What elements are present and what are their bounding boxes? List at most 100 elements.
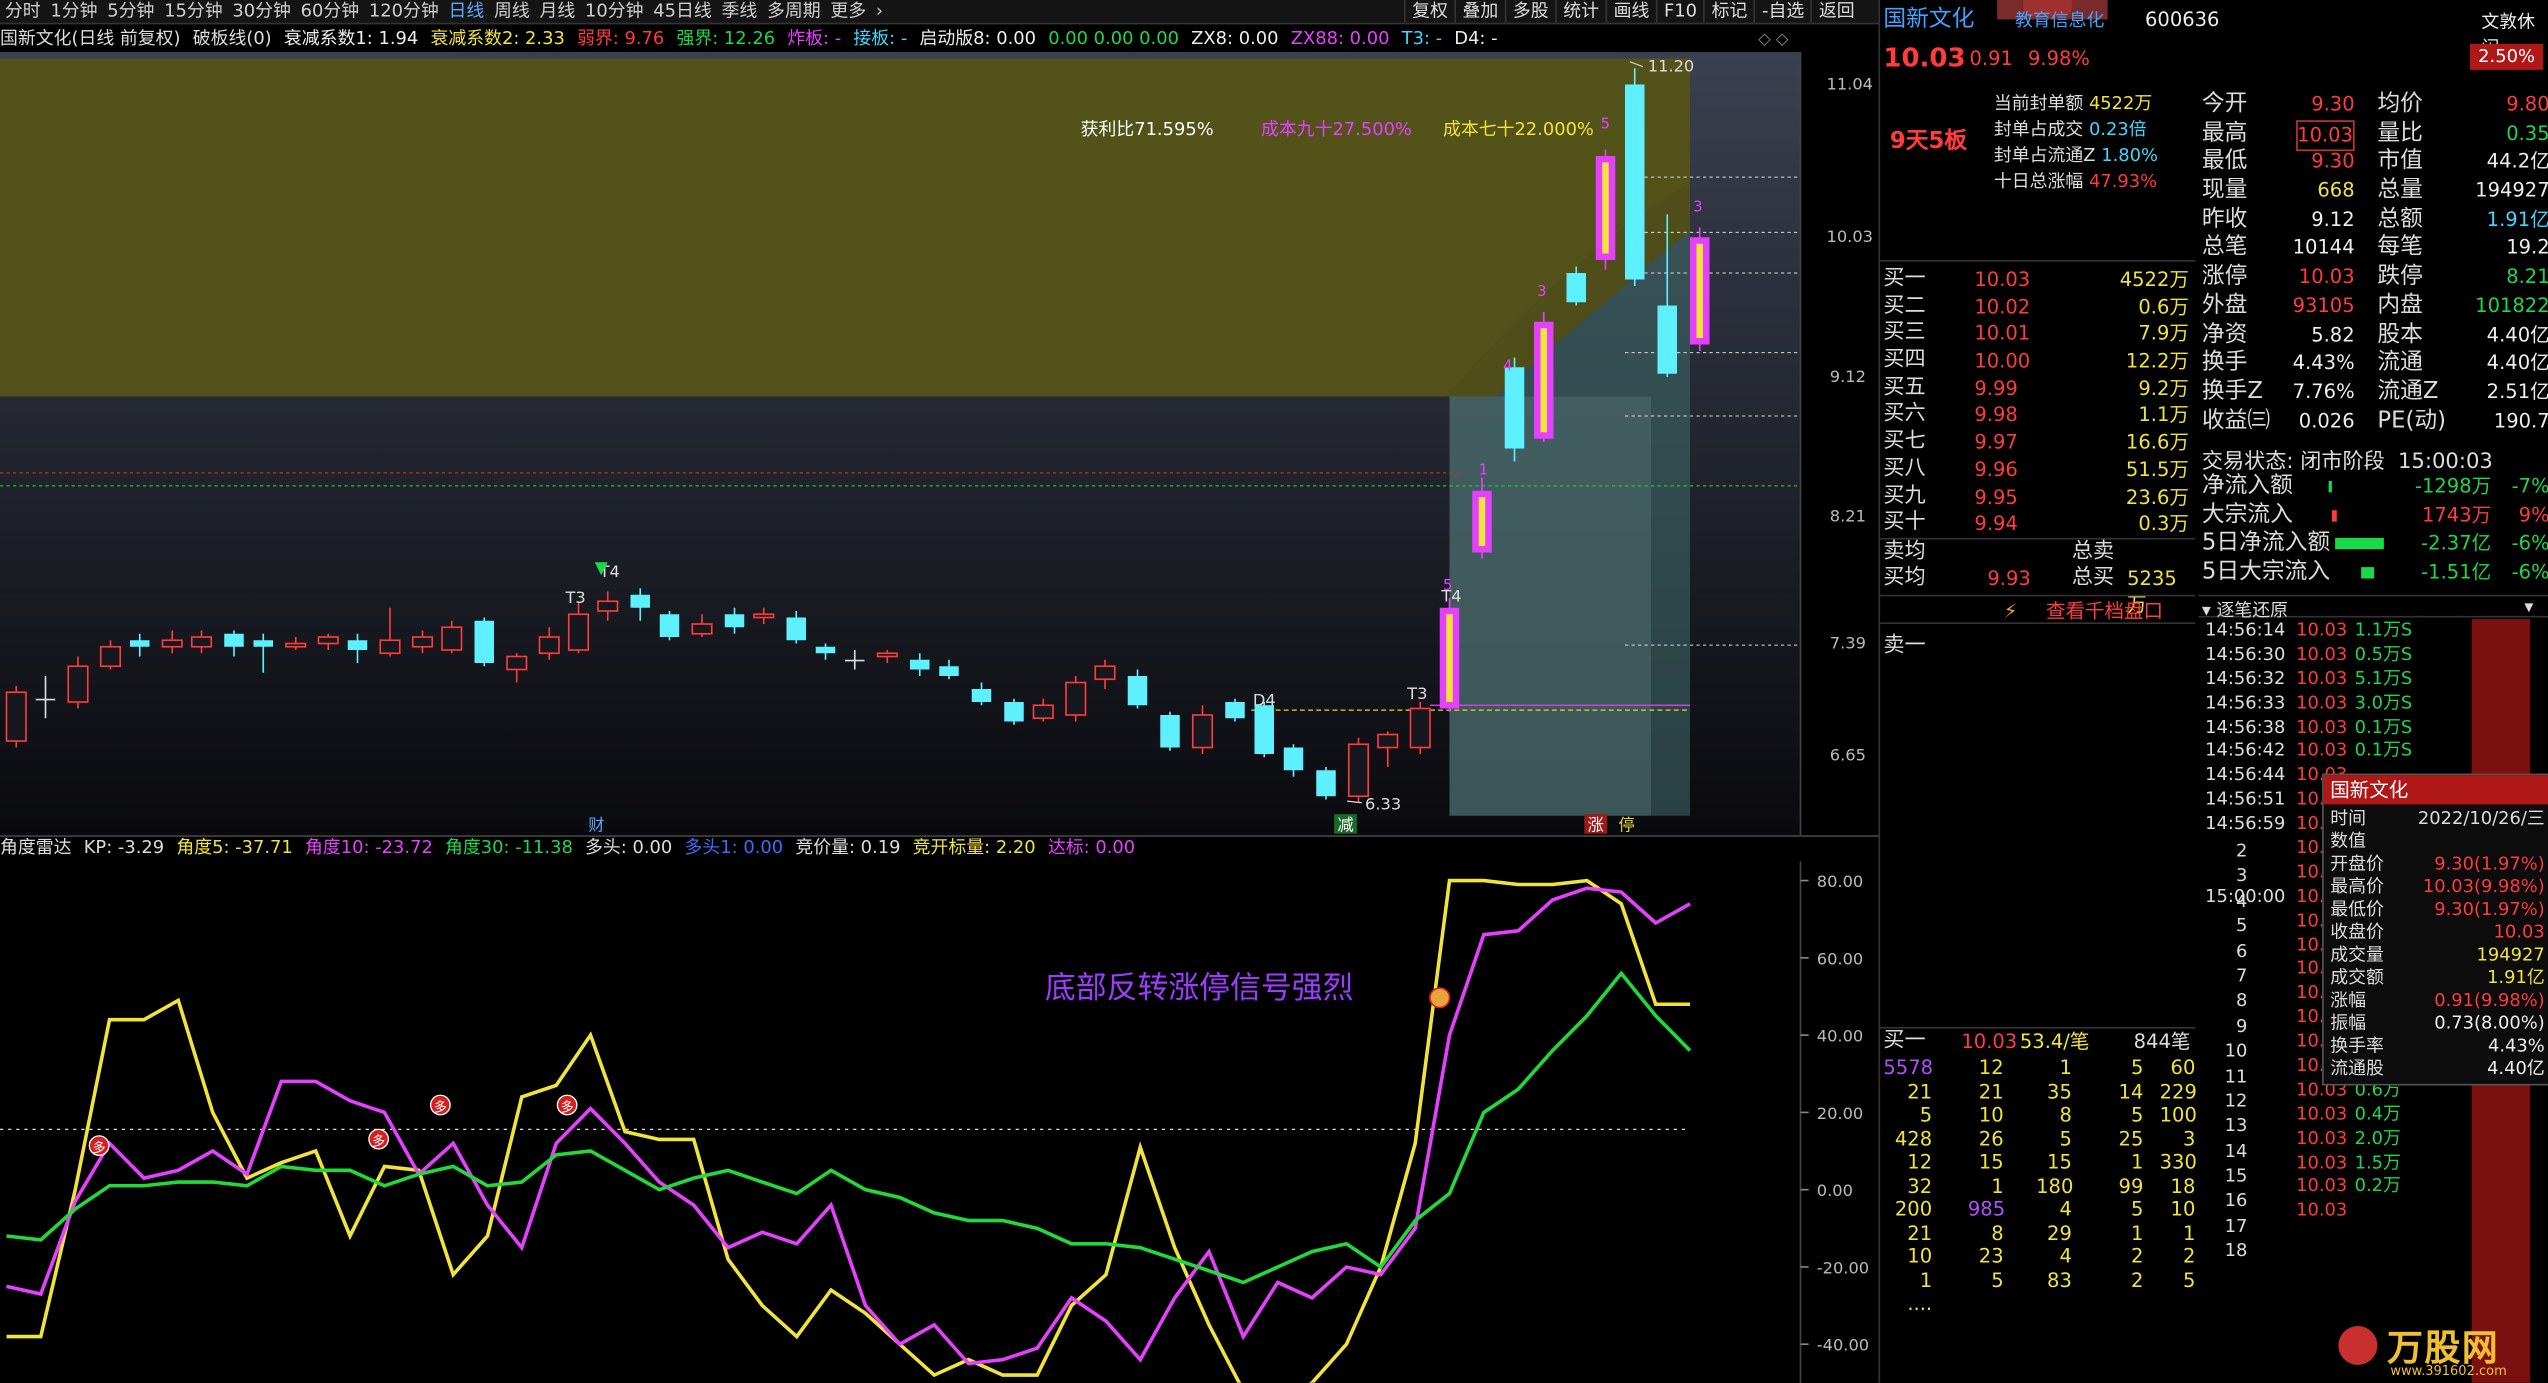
popup-value: 10.03(9.98%) bbox=[2422, 875, 2545, 897]
trade-status-label: 交易状态: 闭市阶段 bbox=[2201, 450, 2385, 475]
bid-row[interactable]: 买四 10.00 12.2万 bbox=[1880, 348, 2195, 375]
ticks-menu-icon[interactable]: ▾ bbox=[2524, 596, 2533, 617]
collapse-icon[interactable]: ▾ bbox=[2202, 600, 2211, 621]
toolbar-button-4[interactable]: 画线 bbox=[1605, 0, 1656, 23]
candlestick-chart[interactable]: 获利比71.595% 成本九十27.500% 成本七十22.000% 11.20… bbox=[0, 52, 1879, 836]
period-tab-10[interactable]: 10分钟 bbox=[580, 0, 648, 23]
angle-radar-chart[interactable]: 80.0060.0040.0020.000.00-20.00-40.00 多多多… bbox=[0, 861, 1879, 1383]
bid-open: 竞开标量: 2.20 bbox=[912, 836, 1036, 858]
period-tab-9[interactable]: 月线 bbox=[535, 0, 581, 23]
bid-row[interactable]: 买三 10.01 7.9万 bbox=[1880, 321, 2195, 348]
period-tab-0[interactable]: 分时 bbox=[0, 0, 46, 23]
period-tab-7[interactable]: 日线 bbox=[444, 0, 490, 23]
bid-volume: 51.5万 bbox=[2125, 457, 2189, 481]
d4-value: D4: - bbox=[1454, 27, 1498, 49]
toolbar-button-1[interactable]: 叠加 bbox=[1454, 0, 1504, 23]
period-tab-12[interactable]: 季线 bbox=[717, 0, 763, 23]
period-tab-8[interactable]: 周线 bbox=[489, 0, 535, 23]
tick-volume: 2.0万 bbox=[2354, 1127, 2401, 1149]
stat-row: 总笔 10144 每笔 19.2 bbox=[2199, 235, 2548, 264]
period-tab-2[interactable]: 5分钟 bbox=[102, 0, 159, 23]
period-tab-13[interactable]: 多周期 bbox=[762, 0, 825, 23]
period-tab-14[interactable]: 更多 bbox=[826, 0, 872, 23]
stat-label: 流通Z bbox=[2377, 378, 2439, 405]
candle-body bbox=[441, 626, 463, 651]
toolbar-button-5[interactable]: F10 bbox=[1655, 0, 1704, 23]
stat-value: 5.82 bbox=[2311, 322, 2355, 346]
tick-row[interactable]: 14:56:14 10.03 1.1万S bbox=[2199, 619, 2548, 643]
stat-value: 0.026 bbox=[2298, 408, 2355, 432]
period-tab-4[interactable]: 30分钟 bbox=[228, 0, 296, 23]
more-chevron-icon[interactable]: › bbox=[871, 0, 888, 23]
stat-label: 流通 bbox=[2377, 349, 2423, 376]
bid-row[interactable]: 买七 9.97 16.6万 bbox=[1880, 429, 2195, 456]
flow-pct: -6% bbox=[2511, 531, 2548, 555]
bull-value: 多头: 0.00 bbox=[585, 836, 673, 858]
angle10-value: 角度10: -23.72 bbox=[304, 836, 433, 858]
bid-row[interactable]: 买五 9.99 9.2万 bbox=[1880, 375, 2195, 402]
period-tab-3[interactable]: 15分钟 bbox=[159, 0, 227, 23]
sub-axis-tick: 60.00 bbox=[1817, 949, 1864, 968]
quote-tag: 教育信息化 bbox=[2015, 9, 2105, 31]
num-5b: 5 bbox=[1601, 115, 1610, 132]
quote-pct: 9.98% bbox=[2028, 47, 2090, 70]
tick-row[interactable]: 14:56:38 10.03 0.1万S bbox=[2199, 716, 2548, 740]
period-tab-11[interactable]: 45日线 bbox=[648, 0, 716, 23]
ladder-cell: 29 bbox=[2047, 1221, 2072, 1244]
tick-row[interactable]: 10.03 1.5万 bbox=[2199, 1151, 2548, 1175]
bid-row[interactable]: 买一 10.03 4522万 bbox=[1880, 267, 2195, 294]
tick-row[interactable]: 14:56:33 10.03 3.0万S bbox=[2199, 692, 2548, 716]
tick-volume: 1.1万S bbox=[2354, 619, 2413, 641]
bull-signal-text: 多 bbox=[372, 1134, 385, 1150]
toolbar-button-0[interactable]: 复权 bbox=[1404, 0, 1454, 23]
tick-row[interactable]: 10.03 0.2万 bbox=[2199, 1176, 2548, 1200]
period-tab-5[interactable]: 60分钟 bbox=[296, 0, 364, 23]
tick-row[interactable]: 14:56:30 10.03 0.5万S bbox=[2199, 643, 2548, 667]
tick-row[interactable]: 10.03 0.4万 bbox=[2199, 1103, 2548, 1127]
toolbar-button-6[interactable]: 标记 bbox=[1703, 0, 1754, 23]
bid-row[interactable]: 买十 9.94 0.3万 bbox=[1880, 511, 2195, 538]
period-tab-1[interactable]: 1分钟 bbox=[46, 0, 103, 23]
bid-volume: 1.1万 bbox=[2138, 403, 2189, 427]
sell1-label: 卖一 bbox=[1883, 633, 1926, 659]
candle-body bbox=[724, 614, 745, 628]
bid-row[interactable]: 买二 10.02 0.6万 bbox=[1880, 294, 2195, 321]
indicator-name[interactable]: 破板线(0) bbox=[193, 28, 272, 49]
candle-body bbox=[190, 636, 213, 648]
stat-value: 101822 bbox=[2475, 293, 2548, 317]
toolbar-button-2[interactable]: 多股 bbox=[1504, 0, 1555, 23]
period-tab-6[interactable]: 120分钟 bbox=[364, 0, 444, 23]
bid-row[interactable]: 买八 9.96 51.5万 bbox=[1880, 456, 2195, 483]
ladder-row: 1 5 83 2 5 bbox=[1880, 1268, 2196, 1292]
tick-index: 2 3 4 5 6 7 8 9 10 11 12 13 14 15 16 17 18 bbox=[2199, 839, 2248, 1264]
tick-row[interactable]: 10.03 2.0万 bbox=[2199, 1127, 2548, 1151]
quote-name[interactable]: 国新文化 bbox=[1883, 7, 1974, 33]
bid-row[interactable]: 买九 9.95 23.6万 bbox=[1880, 483, 2195, 510]
ladder-cell: 428 bbox=[1894, 1126, 1933, 1150]
candle-body bbox=[597, 600, 619, 612]
flow-label: 5日净流入额 bbox=[2201, 530, 2331, 557]
tick-row[interactable]: 10.03 bbox=[2199, 1200, 2548, 1224]
thousand-link[interactable]: ⚡ 查看千档盘口 bbox=[2004, 596, 2163, 624]
stat-label: 收益㈢ bbox=[2201, 407, 2271, 434]
toolbar-button-7[interactable]: -自选 bbox=[1753, 0, 1811, 23]
tick-row[interactable]: 14:56:42 10.03 0.1万S bbox=[2199, 740, 2548, 764]
toolbar-button-3[interactable]: 统计 bbox=[1555, 0, 1605, 23]
stock-title[interactable]: 国新文化(日线 前复权) bbox=[0, 28, 181, 49]
data-popup[interactable]: 国新文化 时间 2022/10/26/三 数值 开盘价 9.30(1.97%) 最高… bbox=[2322, 773, 2548, 1086]
tick-index-num: 13 bbox=[2224, 1115, 2248, 1137]
popup-row: 涨幅 0.91(9.98%) bbox=[2324, 990, 2548, 1013]
ladder-cell: 985 bbox=[1967, 1197, 2006, 1221]
ladder-cell: 5 bbox=[2130, 1197, 2144, 1221]
bid-label: 买九 bbox=[1883, 483, 1926, 508]
stat-label: 今开 bbox=[2201, 91, 2248, 117]
flow-row: 大宗流入 1743万 9% bbox=[2199, 502, 2548, 531]
chart-control-icons[interactable]: ◇ ◇ bbox=[1758, 31, 1788, 49]
watermark-logo: 万股网 www.391602.com bbox=[2332, 1320, 2548, 1378]
tick-row[interactable]: 14:56:32 10.03 5.1万S bbox=[2199, 668, 2548, 692]
sub-indicator-name[interactable]: 角度雷达 bbox=[0, 837, 72, 858]
ladder-cell: 15 bbox=[2047, 1150, 2072, 1174]
bid-row[interactable]: 买六 9.98 1.1万 bbox=[1880, 402, 2195, 429]
candle-body bbox=[630, 594, 650, 608]
toolbar-button-8[interactable]: 返回 bbox=[1810, 0, 1861, 23]
